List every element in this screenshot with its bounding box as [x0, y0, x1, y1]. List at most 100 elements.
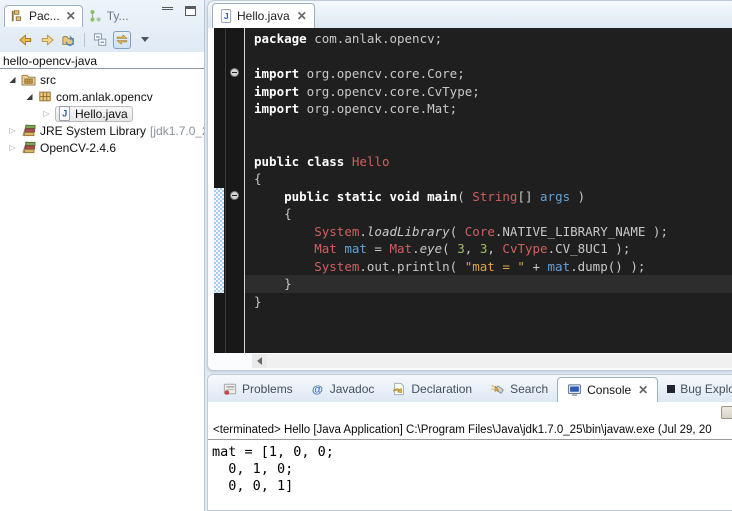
type-hierarchy-icon	[89, 9, 103, 23]
annotation-ruler[interactable]	[214, 28, 225, 353]
link-with-editor-icon	[115, 33, 129, 46]
tab-label: Problems	[242, 382, 293, 396]
console-output[interactable]: mat = [1, 0, 0; 0, 1, 0; 0, 0, 1]	[208, 440, 732, 495]
tree-item-opencv-library[interactable]: ▷ OpenCV-2.4.6	[0, 139, 204, 156]
code-line[interactable]: package com.anlak.opencv;	[254, 30, 732, 48]
scroll-left-button[interactable]	[252, 354, 267, 368]
svg-text:J: J	[224, 11, 229, 21]
declaration-icon	[392, 382, 406, 396]
editor-horizontal-scrollbar[interactable]	[252, 354, 732, 368]
expand-arrow-icon[interactable]: ▷	[8, 126, 17, 135]
tab-problems[interactable]: Problems	[214, 375, 302, 402]
package-explorer-header: Pac... ✕ Ty...	[0, 0, 204, 52]
tree-item-src[interactable]: ◢ src	[0, 71, 204, 88]
code-line[interactable]: public static void main( String[] args )	[254, 188, 732, 206]
tree-item-label: src	[40, 73, 56, 87]
code-line[interactable]: import org.opencv.core.Core;	[254, 65, 732, 83]
up-button[interactable]	[60, 31, 78, 49]
code-line[interactable]: System.out.println( "mat = " + mat.dump(…	[254, 258, 732, 276]
tab-javadoc[interactable]: @ Javadoc	[302, 375, 384, 402]
tab-label: Declaration	[411, 382, 472, 396]
expand-arrow-icon[interactable]: ◢	[25, 92, 34, 101]
code-line[interactable]: }	[254, 293, 732, 311]
view-tabbar: Pac... ✕ Ty...	[0, 0, 204, 27]
library-icon	[21, 141, 36, 154]
package-explorer-panel: Pac... ✕ Ty...	[0, 0, 205, 511]
code-line[interactable]: }	[245, 275, 732, 293]
code-line[interactable]	[254, 48, 732, 66]
link-with-editor-button[interactable]	[113, 31, 131, 49]
tab-declaration[interactable]: Declaration	[383, 375, 481, 402]
package-explorer-icon	[11, 9, 25, 23]
tab-bug-explorer[interactable]: Bug Explorer	[658, 375, 732, 402]
jre-version-decoration: [jdk1.7.0_25]	[150, 124, 204, 138]
code-line[interactable]: public class Hello	[254, 153, 732, 171]
search-icon	[490, 382, 505, 396]
tree-item-hello-java[interactable]: ▷ J Hello.java	[0, 105, 204, 122]
fold-collapse-icon[interactable]	[230, 68, 239, 77]
selected-item-highlight: J Hello.java	[55, 106, 133, 122]
console-toolbar	[208, 402, 732, 424]
console-toolbar-button[interactable]	[721, 406, 732, 419]
tab-label: Console	[587, 383, 631, 397]
bottom-panel: Problems @ Javadoc Declaration Search	[207, 374, 732, 511]
minimize-view-icon[interactable]	[162, 7, 173, 16]
view-menu-icon[interactable]	[141, 37, 149, 42]
svg-text:J: J	[62, 109, 67, 119]
tab-type-hierarchy[interactable]: Ty...	[83, 6, 135, 27]
java-file-icon: J	[220, 9, 232, 23]
folding-margin[interactable]	[226, 28, 245, 353]
tab-label: Pac...	[29, 9, 60, 23]
back-button[interactable]	[16, 31, 34, 49]
tab-package-explorer[interactable]: Pac... ✕	[4, 5, 83, 27]
close-icon[interactable]: ✕	[66, 11, 76, 21]
code-line[interactable]: {	[254, 170, 732, 188]
package-icon	[38, 90, 52, 103]
tab-label: Javadoc	[330, 382, 375, 396]
toolbar-separator	[84, 33, 85, 47]
project-tree: hello-opencv-java ◢ src ◢ com.anlak.open…	[0, 52, 204, 156]
tree-item-label: JRE System Library	[40, 124, 146, 138]
console-icon	[567, 383, 582, 397]
console-output-line: 0, 0, 1]	[212, 478, 732, 495]
code-line[interactable]	[254, 118, 732, 136]
expand-arrow-icon[interactable]: ◢	[8, 75, 17, 84]
code-area[interactable]: package com.anlak.opencv; import org.ope…	[245, 28, 732, 353]
fold-collapse-icon[interactable]	[230, 191, 239, 200]
code-line[interactable]: import org.opencv.core.Mat;	[254, 100, 732, 118]
expand-arrow-icon[interactable]: ▷	[42, 109, 51, 118]
code-line[interactable]: import org.opencv.core.CvType;	[254, 83, 732, 101]
tab-label: Bug Explorer	[680, 382, 732, 396]
tab-label: Search	[510, 382, 548, 396]
console-process-title: <terminated> Hello [Java Application] C:…	[208, 424, 732, 440]
close-icon[interactable]: ✕	[638, 385, 648, 395]
editor-tabbar: J Hello.java ✕	[208, 1, 732, 28]
code-line[interactable]: Mat mat = Mat.eye( 3, 3, CvType.CV_8UC1 …	[254, 240, 732, 258]
code-line[interactable]	[254, 135, 732, 153]
tree-item-package[interactable]: ◢ com.anlak.opencv	[0, 88, 204, 105]
collapse-all-icon	[93, 33, 108, 47]
tab-search[interactable]: Search	[481, 375, 557, 402]
range-indicator	[214, 188, 224, 293]
close-icon[interactable]: ✕	[297, 11, 307, 21]
tree-item-jre-library[interactable]: ▷ JRE System Library [jdk1.7.0_25]	[0, 122, 204, 139]
maximize-view-icon[interactable]	[185, 6, 196, 16]
tree-item-project[interactable]: hello-opencv-java	[0, 54, 204, 69]
code-line[interactable]: System.loadLibrary( Core.NATIVE_LIBRARY_…	[254, 223, 732, 241]
collapse-all-button[interactable]	[91, 31, 109, 49]
tab-console[interactable]: Console ✕	[557, 377, 658, 402]
problems-icon	[223, 382, 237, 396]
forward-button[interactable]	[38, 31, 56, 49]
bug-explorer-icon	[667, 385, 675, 393]
java-file-icon: J	[58, 106, 71, 121]
expand-arrow-icon[interactable]: ▷	[8, 143, 17, 152]
console-output-line: mat = [1, 0, 0;	[212, 444, 732, 461]
editor-tab-hello-java[interactable]: J Hello.java ✕	[212, 3, 315, 28]
bottom-tabbar: Problems @ Javadoc Declaration Search	[208, 375, 732, 402]
javadoc-icon: @	[311, 382, 325, 396]
source-folder-icon	[21, 73, 36, 86]
tree-item-label: OpenCV-2.4.6	[40, 141, 116, 155]
library-icon	[21, 124, 36, 137]
tab-label: Ty...	[107, 9, 129, 23]
code-line[interactable]: {	[254, 205, 732, 223]
